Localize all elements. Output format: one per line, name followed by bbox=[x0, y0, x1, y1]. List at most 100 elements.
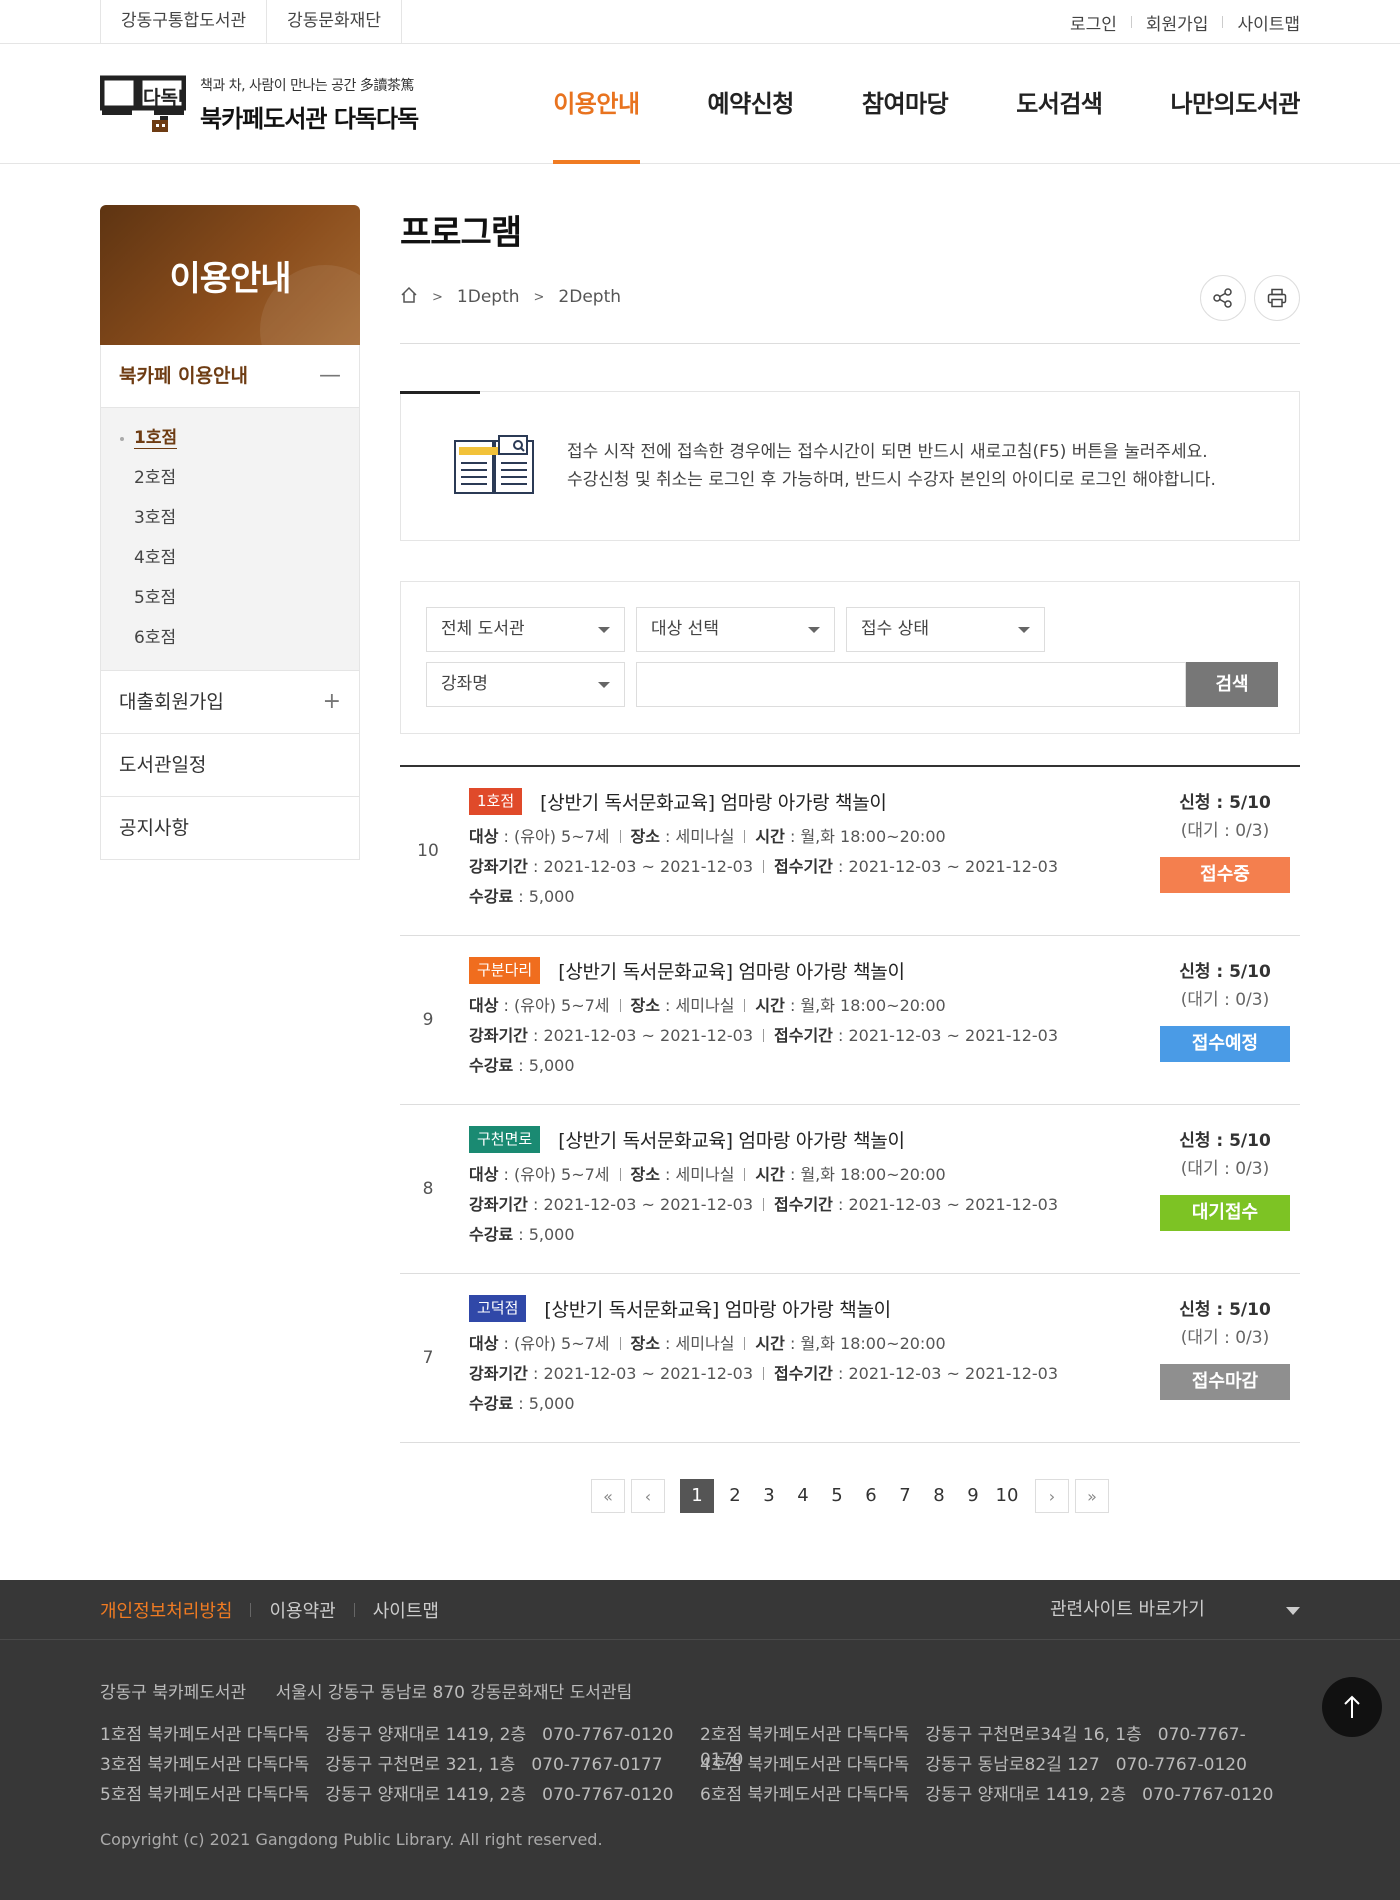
row-number: 9 bbox=[422, 1010, 434, 1030]
page-link[interactable]: 6 bbox=[854, 1479, 888, 1513]
search-button[interactable]: 검색 bbox=[1186, 662, 1278, 707]
page-link[interactable]: 8 bbox=[922, 1479, 956, 1513]
main-content: 프로그램 > 1Depth > 2Depth 접수 시작 전에 접속한 경우에는… bbox=[400, 205, 1300, 1513]
program-title[interactable]: [상반기 독서문화교육] 엄마랑 아가랑 책놀이 bbox=[558, 957, 905, 984]
submenu-item-branch-4[interactable]: 4호점 bbox=[101, 538, 359, 578]
chevron-right-icon: > bbox=[533, 289, 545, 305]
waiting-count: (대기 : 0/3) bbox=[1180, 821, 1270, 841]
submenu-item-branch-3[interactable]: 3호점 bbox=[101, 498, 359, 538]
breadcrumb-depth-1[interactable]: 1Depth bbox=[457, 287, 520, 307]
side-nav-item-bookcafe-guide[interactable]: 북카페 이용안내 — bbox=[100, 345, 360, 408]
submenu-label: 1호점 bbox=[134, 428, 178, 449]
home-icon[interactable] bbox=[400, 286, 418, 309]
gnb-item-guide[interactable]: 이용안내 bbox=[553, 44, 640, 164]
gnb-item-participation[interactable]: 참여마당 bbox=[862, 44, 949, 164]
expand-icon[interactable]: + bbox=[323, 671, 341, 733]
join-link[interactable]: 회원가입 bbox=[1146, 10, 1209, 35]
program-status: 신청 : 5/10 (대기 : 0/3) 접수중 bbox=[1160, 789, 1290, 893]
footer-org: 강동구 북카페도서관 서울시 강동구 동남로 870 강동문화재단 도서관팀 bbox=[100, 1678, 1300, 1703]
page-link[interactable]: 9 bbox=[956, 1479, 990, 1513]
footer-nav: 개인정보처리방침 이용약관 사이트맵 관련사이트 바로가기 bbox=[0, 1580, 1400, 1640]
breadcrumb-depth-2[interactable]: 2Depth bbox=[558, 287, 621, 307]
org-name: 강동구 북카페도서관 bbox=[100, 1683, 247, 1703]
share-button[interactable] bbox=[1200, 275, 1246, 321]
program-title[interactable]: [상반기 독서문화교육] 엄마랑 아가랑 책놀이 bbox=[540, 788, 887, 815]
meta-line: 대상 : (유아) 5~7세 장소 : 세미나실 시간 : 월,화 18:00~20… bbox=[469, 1165, 946, 1184]
page-link[interactable]: 4 bbox=[786, 1479, 820, 1513]
submenu-item-branch-2[interactable]: 2호점 bbox=[101, 458, 359, 498]
submenu-label: 6호점 bbox=[134, 628, 177, 648]
footer-sitemap-link[interactable]: 사이트맵 bbox=[373, 1597, 439, 1623]
program-title-line: 1호점 [상반기 독서문화교육] 엄마랑 아가랑 책놀이 bbox=[469, 787, 1109, 815]
first-page-button[interactable]: « bbox=[591, 1479, 625, 1513]
collapse-icon[interactable]: — bbox=[319, 345, 341, 407]
privacy-policy-link[interactable]: 개인정보처리방침 bbox=[100, 1597, 232, 1623]
side-nav-item-membership[interactable]: 대출회원가입 + bbox=[100, 671, 360, 734]
family-site-select[interactable]: 관련사이트 바로가기 bbox=[1050, 1580, 1300, 1640]
gnb-item-book-search[interactable]: 도서검색 bbox=[1016, 44, 1103, 164]
applied-count: 신청 : 5/10 bbox=[1179, 793, 1271, 813]
login-link[interactable]: 로그인 bbox=[1070, 10, 1117, 35]
submenu-item-branch-6[interactable]: 6호점 bbox=[101, 618, 359, 658]
scroll-top-button[interactable] bbox=[1322, 1677, 1382, 1737]
family-links: 강동구통합도서관 강동문화재단 bbox=[100, 0, 402, 44]
side-nav-item-notice[interactable]: 공지사항 bbox=[100, 797, 360, 860]
breadcrumb: > 1Depth > 2Depth bbox=[400, 275, 1300, 321]
page-link[interactable]: 10 bbox=[990, 1479, 1024, 1513]
field-select[interactable]: 강좌명 bbox=[426, 662, 625, 707]
divider bbox=[250, 1603, 252, 1617]
applied-count: 신청 : 5/10 bbox=[1179, 962, 1271, 982]
program-title-line: 구천면로 [상반기 독서문화교육] 엄마랑 아가랑 책놀이 bbox=[469, 1125, 1109, 1153]
program-row[interactable]: 9 구분다리 [상반기 독서문화교육] 엄마랑 아가랑 책놀이 대상 : (유아) 5… bbox=[400, 936, 1300, 1105]
program-info: 구천면로 [상반기 독서문화교육] 엄마랑 아가랑 책놀이대상 : (유아) 5~… bbox=[469, 1125, 1109, 1250]
sitemap-link[interactable]: 사이트맵 bbox=[1237, 10, 1300, 35]
status-badge[interactable]: 대기접수 bbox=[1160, 1195, 1290, 1231]
status-badge[interactable]: 접수중 bbox=[1160, 857, 1290, 893]
page-link[interactable]: 5 bbox=[820, 1479, 854, 1513]
program-title[interactable]: [상반기 독서문화교육] 엄마랑 아가랑 책놀이 bbox=[544, 1295, 891, 1322]
page-link[interactable]: 3 bbox=[752, 1479, 786, 1513]
last-page-button[interactable]: » bbox=[1075, 1479, 1109, 1513]
target-select[interactable]: 대상 선택 bbox=[636, 607, 835, 652]
utility-bar: 강동구통합도서관 강동문화재단 로그인 회원가입 사이트맵 bbox=[0, 0, 1400, 44]
side-nav-submenu: 1호점 2호점 3호점 4호점 5호점 6호점 bbox=[100, 408, 360, 671]
site-header: 다독다독 책과 차, 사람이 만나는 공간 多讀茶篤 북카페도서관 다독다독 이… bbox=[0, 44, 1400, 164]
status-badge[interactable]: 접수예정 bbox=[1160, 1026, 1290, 1062]
print-button[interactable] bbox=[1254, 275, 1300, 321]
next-page-button[interactable]: › bbox=[1035, 1479, 1069, 1513]
footer-links: 개인정보처리방침 이용약관 사이트맵 bbox=[100, 1580, 439, 1640]
search-input[interactable] bbox=[636, 662, 1186, 707]
notice-box: 접수 시작 전에 접속한 경우에는 접수시간이 되면 반드시 새로고침(F5) … bbox=[400, 391, 1300, 541]
notice-text: 접수 시작 전에 접속한 경우에는 접수시간이 되면 반드시 새로고침(F5) … bbox=[567, 438, 1216, 494]
link-gangdong-foundation[interactable]: 강동문화재단 bbox=[266, 0, 402, 44]
link-gangdong-library[interactable]: 강동구통합도서관 bbox=[100, 0, 266, 44]
status-badge[interactable]: 접수마감 bbox=[1160, 1364, 1290, 1400]
submenu-item-branch-5[interactable]: 5호점 bbox=[101, 578, 359, 618]
program-row[interactable]: 10 1호점 [상반기 독서문화교육] 엄마랑 아가랑 책놀이 대상 : (유아) 5… bbox=[400, 767, 1300, 936]
status-select[interactable]: 접수 상태 bbox=[846, 607, 1045, 652]
prev-page-button[interactable]: ‹ bbox=[631, 1479, 665, 1513]
site-logo[interactable]: 다독다독 책과 차, 사람이 만나는 공간 多讀茶篤 북카페도서관 다독다독 bbox=[99, 74, 419, 134]
program-title[interactable]: [상반기 독서문화교육] 엄마랑 아가랑 책놀이 bbox=[558, 1126, 905, 1153]
library-select[interactable]: 전체 도서관 bbox=[426, 607, 625, 652]
submenu-item-branch-1[interactable]: 1호점 bbox=[101, 418, 359, 458]
branch-badge: 구분다리 bbox=[469, 956, 541, 984]
page-link[interactable]: 1 bbox=[680, 1479, 714, 1513]
notice-line: 수강신청 및 취소는 로그인 후 가능하며, 반드시 수강자 본인의 아이디로 … bbox=[567, 470, 1216, 490]
program-info: 고덕점 [상반기 독서문화교육] 엄마랑 아가랑 책놀이 대상 : (유아) 5~7… bbox=[469, 1294, 1109, 1419]
search-panel: 전체 도서관 대상 선택 접수 상태 강좌명 검색 bbox=[400, 581, 1300, 734]
gnb-item-my-library[interactable]: 나만의도서관 bbox=[1171, 44, 1301, 164]
page-link[interactable]: 2 bbox=[718, 1479, 752, 1513]
branch-badge: 1호점 bbox=[469, 787, 523, 815]
branch-info: 4호점 북카페도서관 다독다독 강동구 동남로82길 127 070-7767-01… bbox=[700, 1755, 1247, 1775]
program-row[interactable]: 7 고덕점 [상반기 독서문화교육] 엄마랑 아가랑 책놀이 대상 : (유아) 5~… bbox=[400, 1274, 1300, 1443]
copyright: Copyright (c) 2021 Gangdong Public Libra… bbox=[100, 1830, 603, 1849]
page-link[interactable]: 7 bbox=[888, 1479, 922, 1513]
program-row[interactable]: 8 구천면로 [상반기 독서문화교육] 엄마랑 아가랑 책놀이 대상 : (유아) 5… bbox=[400, 1105, 1300, 1274]
terms-link[interactable]: 이용약관 bbox=[269, 1597, 335, 1623]
logo-tagline: 책과 차, 사람이 만나는 공간 多讀茶篤 bbox=[200, 77, 414, 94]
side-nav-item-schedule[interactable]: 도서관일정 bbox=[100, 734, 360, 797]
applied-count: 신청 : 5/10 bbox=[1179, 1300, 1271, 1320]
gnb-item-reservation[interactable]: 예약신청 bbox=[708, 44, 795, 164]
divider bbox=[1222, 16, 1224, 28]
